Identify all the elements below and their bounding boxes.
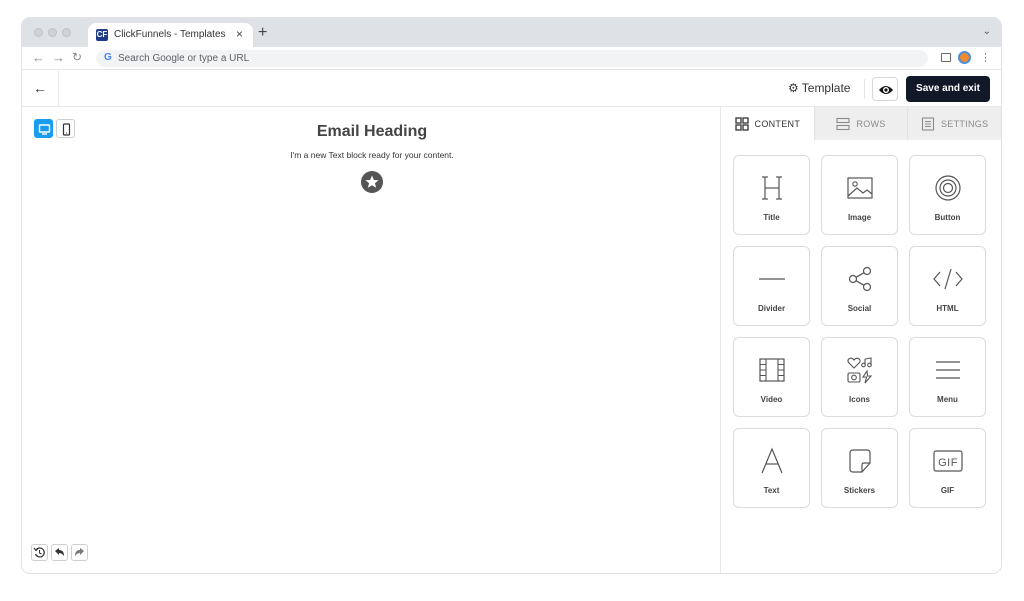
new-tab-button[interactable]: + xyxy=(258,24,267,42)
block-stickers[interactable]: Stickers xyxy=(821,428,898,508)
content-panel: CONTENT ROWS SETTINGS Title Image Button… xyxy=(720,107,1001,573)
divider-icon xyxy=(734,263,809,295)
block-icons-label: Icons xyxy=(849,395,870,404)
menu-icon xyxy=(910,354,985,386)
email-canvas[interactable]: Email Heading I'm a new Text block ready… xyxy=(22,107,720,573)
history-icon xyxy=(33,547,45,558)
tab-content-label: CONTENT xyxy=(754,118,801,129)
window-zoom-dot[interactable] xyxy=(62,28,71,37)
save-and-exit-button[interactable]: Save and exit xyxy=(906,76,990,102)
gif-icon: GIF xyxy=(910,445,985,477)
block-social[interactable]: Social xyxy=(821,246,898,326)
title-icon xyxy=(734,172,809,204)
eye-icon xyxy=(879,86,893,94)
tab-settings[interactable]: SETTINGS xyxy=(907,107,1001,140)
settings-icon xyxy=(921,116,935,131)
block-html[interactable]: HTML xyxy=(909,246,986,326)
block-gif-label: GIF xyxy=(940,486,955,495)
panel-tabs: CONTENT ROWS SETTINGS xyxy=(721,107,1001,140)
block-video[interactable]: Video xyxy=(733,337,810,417)
block-menu[interactable]: Menu xyxy=(909,337,986,417)
browser-toolbar: ← → ↻ G Search Google or type a URL ⋮ xyxy=(22,47,1001,70)
desktop-view-button[interactable] xyxy=(34,119,53,138)
tab-title: ClickFunnels - Templates xyxy=(114,29,226,40)
svg-text:GIF: GIF xyxy=(938,457,958,469)
redo-icon xyxy=(75,548,84,556)
block-gif[interactable]: GIF GIF xyxy=(909,428,986,508)
browser-window: CF ClickFunnels - Templates × + ⌄ ← → ↻ … xyxy=(22,18,1001,573)
code-icon xyxy=(910,263,985,295)
tab-search-chevron-icon[interactable]: ⌄ xyxy=(983,26,991,37)
tab-rows[interactable]: ROWS xyxy=(813,107,908,140)
block-text-label: Text xyxy=(763,486,780,495)
block-text[interactable]: Text xyxy=(733,428,810,508)
back-nav-icon[interactable]: ← xyxy=(32,50,45,65)
icons-icon xyxy=(822,354,897,386)
block-button[interactable]: Button xyxy=(909,155,986,235)
block-icons[interactable]: Icons xyxy=(821,337,898,417)
template-button[interactable]: ⚙ Template xyxy=(788,81,850,95)
mobile-view-button[interactable] xyxy=(56,119,75,138)
block-title-label: Title xyxy=(763,213,780,222)
sticker-icon xyxy=(822,445,897,477)
window-minimize-dot[interactable] xyxy=(48,28,57,37)
address-bar[interactable]: G Search Google or type a URL xyxy=(96,50,928,67)
forward-nav-icon[interactable]: → xyxy=(52,50,65,65)
image-icon xyxy=(822,172,897,204)
block-image[interactable]: Image xyxy=(821,155,898,235)
share-icon xyxy=(822,263,897,295)
block-button-label: Button xyxy=(934,213,961,222)
reload-icon[interactable]: ↻ xyxy=(72,50,82,64)
star-icon[interactable] xyxy=(361,171,383,193)
address-placeholder: Search Google or type a URL xyxy=(118,53,250,64)
undo-icon xyxy=(55,548,64,556)
preview-button[interactable] xyxy=(872,77,898,101)
google-icon: G xyxy=(104,52,112,63)
block-video-label: Video xyxy=(760,395,783,404)
redo-button[interactable] xyxy=(71,544,88,561)
side-panel-icon[interactable] xyxy=(941,53,951,62)
block-stickers-label: Stickers xyxy=(843,486,876,495)
block-image-label: Image xyxy=(847,213,872,222)
desktop-icon xyxy=(38,124,51,135)
template-label: Template xyxy=(801,81,851,95)
history-controls xyxy=(31,544,88,561)
mobile-icon xyxy=(62,123,71,136)
content-blocks-grid: Title Image Button Divider Social HTML V… xyxy=(733,155,986,508)
block-html-label: HTML xyxy=(936,304,959,313)
block-divider-label: Divider xyxy=(757,304,786,313)
window-close-dot[interactable] xyxy=(34,28,43,37)
clickfunnels-favicon-icon: CF xyxy=(96,29,108,41)
rows-icon xyxy=(836,117,850,130)
browser-tab[interactable]: CF ClickFunnels - Templates × xyxy=(88,23,253,47)
text-icon xyxy=(734,445,809,477)
editor-header: ← ⚙ Template Save and exit xyxy=(22,71,1001,107)
tab-strip: CF ClickFunnels - Templates × + ⌄ xyxy=(22,18,1001,47)
tab-settings-label: SETTINGS xyxy=(940,118,989,129)
block-menu-label: Menu xyxy=(937,395,958,404)
grid-icon xyxy=(734,116,749,131)
button-icon xyxy=(910,172,985,204)
block-title[interactable]: Title xyxy=(733,155,810,235)
device-toggle xyxy=(34,119,75,138)
back-button[interactable]: ← xyxy=(22,71,59,107)
undo-button[interactable] xyxy=(51,544,68,561)
browser-menu-icon[interactable]: ⋮ xyxy=(980,51,991,64)
block-divider[interactable]: Divider xyxy=(733,246,810,326)
tab-rows-label: ROWS xyxy=(856,118,886,129)
block-social-label: Social xyxy=(847,304,872,313)
header-divider xyxy=(864,79,865,99)
gear-icon: ⚙ xyxy=(788,81,799,95)
tab-content[interactable]: CONTENT xyxy=(721,107,814,140)
profile-avatar[interactable] xyxy=(958,51,971,64)
email-text-block[interactable]: I'm a new Text block ready for your cont… xyxy=(222,150,522,160)
tab-close-icon[interactable]: × xyxy=(236,27,243,41)
history-button[interactable] xyxy=(31,544,48,561)
film-icon xyxy=(734,354,809,386)
email-heading[interactable]: Email Heading xyxy=(222,123,522,141)
